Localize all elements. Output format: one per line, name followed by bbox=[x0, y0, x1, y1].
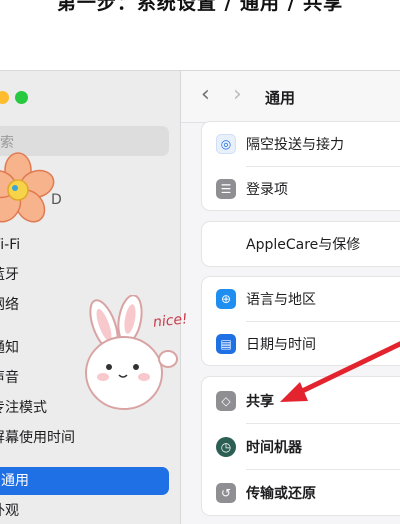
airdrop-icon: ◎ bbox=[216, 134, 236, 154]
page-title: 通用 bbox=[265, 89, 296, 107]
forward-chevron-icon[interactable]: › bbox=[233, 83, 242, 107]
back-chevron-icon[interactable]: ‹ bbox=[201, 83, 210, 107]
row-label: 隔空投送与接力 bbox=[246, 137, 344, 153]
row-applecare[interactable]: AppleCare与保修 bbox=[202, 222, 400, 266]
search-placeholder: 索 bbox=[0, 135, 14, 151]
sidebar-item-screen-time[interactable]: 屏幕使用时间 bbox=[0, 424, 161, 452]
login-items-icon: ☰ bbox=[216, 179, 236, 199]
divider bbox=[246, 469, 400, 470]
time-machine-icon: ◷ bbox=[216, 437, 236, 457]
apple-icon bbox=[216, 234, 236, 254]
settings-group: ◎ 隔空投送与接力 ☰ 登录项 bbox=[201, 121, 400, 211]
row-login-items[interactable]: ☰ 登录项 bbox=[202, 167, 400, 211]
row-language-region[interactable]: ⊕ 语言与地区 bbox=[202, 277, 400, 321]
calendar-icon: ▤ bbox=[216, 334, 236, 354]
zoom-button[interactable] bbox=[15, 91, 28, 104]
toolbar: ‹ › 通用 bbox=[181, 71, 400, 123]
row-label: 语言与地区 bbox=[246, 292, 316, 308]
row-airdrop[interactable]: ◎ 隔空投送与接力 bbox=[202, 122, 400, 166]
sidebar-item-appearance[interactable]: 外观 bbox=[0, 497, 161, 524]
globe-icon: ⊕ bbox=[216, 289, 236, 309]
row-label: AppleCare与保修 bbox=[246, 237, 361, 253]
red-arrow-icon bbox=[280, 341, 400, 402]
row-time-machine[interactable]: ◷ 时间机器 bbox=[202, 425, 400, 469]
main-pane: ‹ › 通用 ◎ 隔空投送与接力 ☰ 登录项 AppleCare与保修 ⊕ 语言… bbox=[181, 71, 400, 524]
sidebar-item-general[interactable]: 通用 bbox=[0, 467, 169, 495]
transfer-icon: ↺ bbox=[216, 483, 236, 503]
minimize-button[interactable] bbox=[0, 91, 9, 104]
divider bbox=[246, 423, 400, 424]
row-label: 登录项 bbox=[246, 182, 288, 198]
sidebar-item-bluetooth[interactable]: 蓝牙 bbox=[0, 261, 161, 289]
sharing-icon: ◇ bbox=[216, 391, 236, 411]
row-transfer-reset[interactable]: ↺ 传输或还原 bbox=[202, 471, 400, 515]
flower-sticker-icon bbox=[0, 152, 55, 223]
settings-window: 索 D Vi-Fi 蓝牙 网络 通知 声音 专注模式 屏幕使用时间 通用 外观 … bbox=[0, 70, 400, 524]
page-caption: 第一步：系统设置 / 通用 / 共享 bbox=[56, 0, 344, 14]
row-label: 时间机器 bbox=[246, 440, 302, 456]
row-label: 传输或还原 bbox=[246, 486, 316, 502]
settings-group: AppleCare与保修 bbox=[201, 221, 400, 267]
